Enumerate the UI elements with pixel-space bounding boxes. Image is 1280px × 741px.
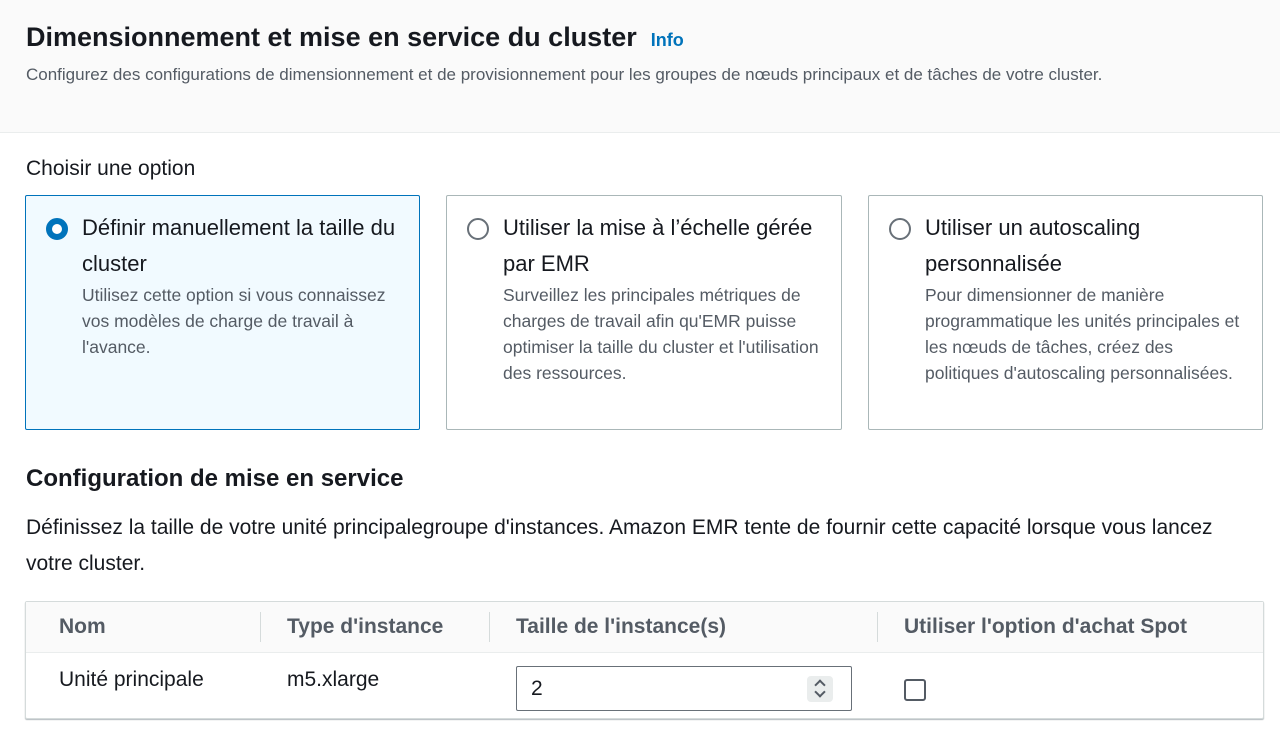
instance-size-value: 2: [531, 677, 543, 700]
radio-emr-managed[interactable]: [467, 218, 489, 240]
provisioning-title: Configuration de mise en service: [26, 465, 404, 492]
column-divider: [877, 612, 878, 642]
column-divider: [260, 612, 261, 642]
stepper-spin-buttons[interactable]: [807, 676, 833, 702]
chevron-down-icon[interactable]: [814, 686, 826, 698]
option-title: Définir manuellement la taille du cluste…: [82, 215, 396, 276]
option-title: Utiliser un autoscaling personnalisée: [925, 215, 1141, 276]
column-divider: [489, 612, 490, 642]
info-link[interactable]: Info: [651, 30, 684, 51]
option-card-manual[interactable]: Définir manuellement la taille du cluste…: [25, 195, 420, 430]
provisioning-table: Nom Type d'instance Taille de l'instance…: [25, 601, 1264, 719]
option-description: Utilisez cette option si vous connaissez…: [82, 285, 386, 357]
spot-purchase-checkbox[interactable]: [904, 679, 926, 701]
section-header: Dimensionnement et mise en service du cl…: [0, 0, 1280, 133]
instance-size-input[interactable]: 2: [516, 666, 852, 711]
option-group-label: Choisir une option: [26, 157, 196, 180]
cell-name: Unité principale: [59, 668, 204, 691]
table-header: Nom Type d'instance Taille de l'instance…: [26, 602, 1263, 653]
title-row: Dimensionnement et mise en service du cl…: [26, 22, 684, 53]
column-header-instance-size: Taille de l'instance(s): [516, 615, 726, 638]
provisioning-description: Définissez la taille de votre unité prin…: [26, 516, 1213, 575]
section-description: Configurez des configurations de dimensi…: [26, 65, 1103, 84]
column-header-instance-type: Type d'instance: [287, 615, 444, 638]
page-title: Dimensionnement et mise en service du cl…: [26, 22, 637, 52]
radio-manual[interactable]: [46, 218, 68, 240]
option-description: Surveillez les principales métriques de …: [503, 285, 819, 383]
option-card-emr-managed[interactable]: Utiliser la mise à l’échelle gérée par E…: [446, 195, 842, 430]
option-card-custom-autoscaling[interactable]: Utiliser un autoscaling personnalisée Po…: [868, 195, 1263, 430]
option-title: Utiliser la mise à l’échelle gérée par E…: [503, 215, 813, 276]
column-header-name: Nom: [59, 615, 106, 638]
option-description: Pour dimensionner de manière programmati…: [925, 285, 1240, 383]
radio-custom-autoscaling[interactable]: [889, 218, 911, 240]
column-header-spot: Utiliser l'option d'achat Spot: [904, 615, 1187, 638]
cell-instance-type: m5.xlarge: [287, 668, 380, 691]
